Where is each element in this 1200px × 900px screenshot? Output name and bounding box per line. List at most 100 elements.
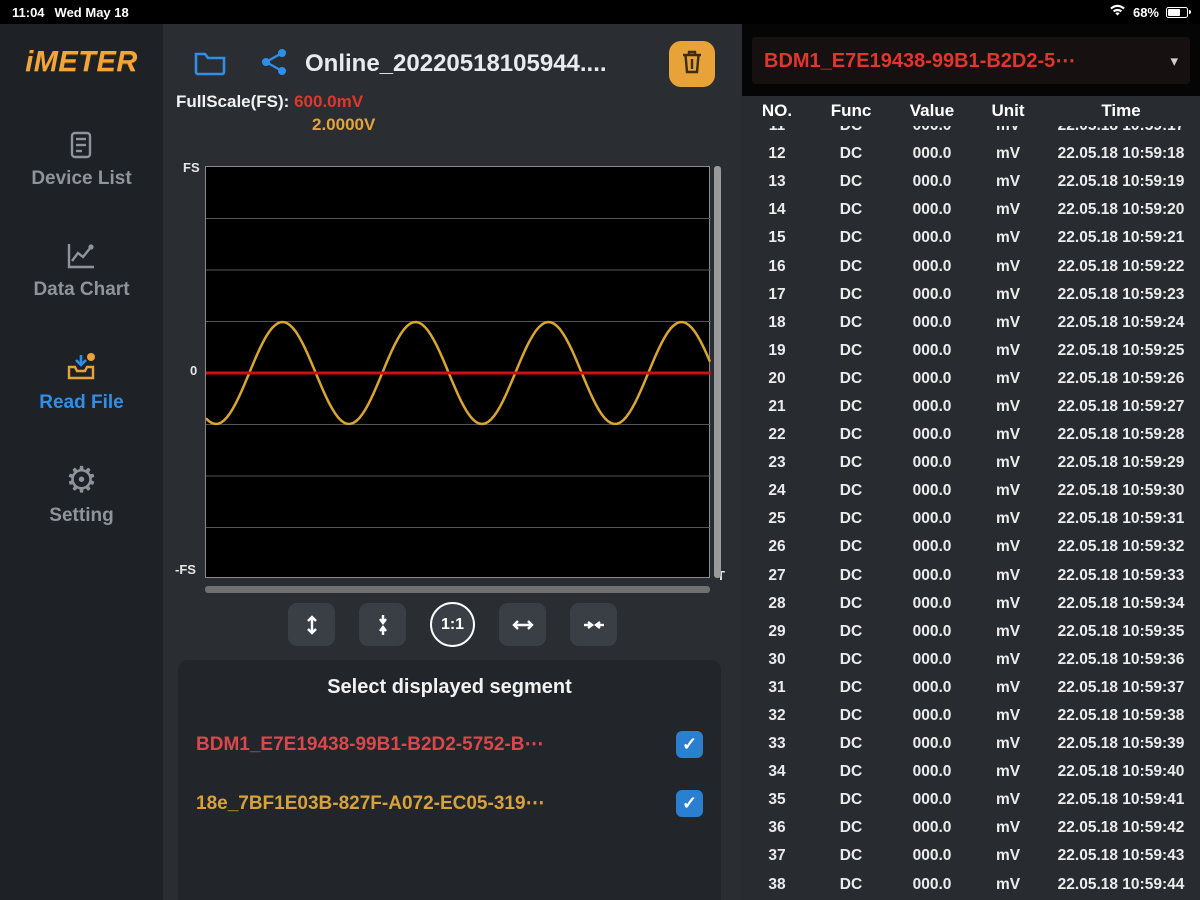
gear-icon: ⚙ [65,464,97,498]
sidebar-item-read-file[interactable]: Read File [39,351,123,414]
sidebar-item-setting[interactable]: ⚙ Setting [49,464,113,527]
waveform-svg [206,167,711,579]
fullscale-label: FullScale(FS): [176,92,289,111]
status-bar: 11:04 Wed May 18 68% [0,0,1200,24]
table-row: 13DC000.0mV22.05.18 10:59:19 [742,168,1200,196]
col-header-time: Time [1042,101,1200,121]
sidebar-label: Setting [49,505,113,527]
table-row: 30DC000.0mV22.05.18 10:59:36 [742,646,1200,674]
table-row: 19DC000.0mV22.05.18 10:59:25 [742,337,1200,365]
wifi-icon [1109,4,1126,20]
y-axis-label-neg-fs: -FS [175,562,196,577]
fullscale-readout: FullScale(FS): 600.0mV 2.0000V [176,92,375,135]
battery-icon [1166,7,1188,18]
battery-percent: 68% [1133,5,1159,20]
table-row: 33DC000.0mV22.05.18 10:59:39 [742,730,1200,758]
app-content: iMETER Device List Data Chart [0,24,1200,900]
chart-vertical-scrollbar[interactable] [714,166,721,578]
sidebar-label: Read File [39,392,123,414]
segment-checkbox[interactable]: ✓ [676,790,703,817]
status-date: Wed May 18 [55,5,129,20]
chevron-down-icon: ▾ [1170,52,1190,70]
table-row: 21DC000.0mV22.05.18 10:59:27 [742,393,1200,421]
table-row: 32DC000.0mV22.05.18 10:59:38 [742,702,1200,730]
fullscale-value-primary: 600.0mV [294,92,363,111]
source-dropdown-value: BDM1_E7E19438-99B1-B2D2-5⋯ [752,48,1170,73]
table-row: 37DC000.0mV22.05.18 10:59:43 [742,842,1200,870]
delete-file-button[interactable] [669,41,715,87]
table-row: 23DC000.0mV22.05.18 10:59:29 [742,449,1200,477]
main-area: Online_20220518105944.... FullScale(FS):… [163,24,742,900]
segment-row: BDM1_E7E19438-99B1-B2D2-5752-B⋯ ✓ [178,731,721,758]
reset-scale-button[interactable]: 1:1 [430,602,475,647]
sidebar: iMETER Device List Data Chart [0,24,163,900]
compress-horizontal-button[interactable] [570,603,617,646]
table-row: 26DC000.0mV22.05.18 10:59:32 [742,533,1200,561]
col-header-unit: Unit [974,101,1042,121]
expand-vertical-button[interactable] [288,603,335,646]
table-row: 12DC000.0mV22.05.18 10:59:18 [742,140,1200,168]
y-axis-label-fs: FS [183,160,200,175]
table-row: 35DC000.0mV22.05.18 10:59:41 [742,786,1200,814]
table-row: 16DC000.0mV22.05.18 10:59:22 [742,252,1200,280]
zoom-toolbar: 1:1 [163,602,742,647]
segment-row: 18e_7BF1E03B-827F-A072-EC05-319⋯ ✓ [178,790,721,817]
table-row: 17DC000.0mV22.05.18 10:59:23 [742,281,1200,309]
table-row: 14DC000.0mV22.05.18 10:59:20 [742,196,1200,224]
segment-checkbox[interactable]: ✓ [676,731,703,758]
table-row: 15DC000.0mV22.05.18 10:59:21 [742,224,1200,252]
chart-block: FS 0 -FS T [163,156,742,626]
device-list-icon [65,129,97,161]
chart-horizontal-scrollbar[interactable] [205,586,710,593]
table-row: 31DC000.0mV22.05.18 10:59:37 [742,674,1200,702]
sidebar-label: Device List [31,168,131,190]
col-header-no: NO. [742,101,812,121]
segment-panel-title: Select displayed segment [178,660,721,699]
segment-list: BDM1_E7E19438-99B1-B2D2-5752-B⋯✓18e_7BF1… [178,731,721,817]
folder-icon [193,48,227,81]
expand-vertical-icon [301,614,323,636]
table-row: 38DC000.0mV22.05.18 10:59:44 [742,871,1200,899]
table-row: 36DC000.0mV22.05.18 10:59:42 [742,814,1200,842]
source-dropdown[interactable]: BDM1_E7E19438-99B1-B2D2-5⋯ ▾ [752,37,1190,84]
readings-panel: BDM1_E7E19438-99B1-B2D2-5⋯ ▾ NO. Func Va… [742,24,1200,900]
segment-label: 18e_7BF1E03B-827F-A072-EC05-319⋯ [196,792,545,815]
readings-table-header: NO. Func Value Unit Time [742,96,1200,126]
table-row: 20DC000.0mV22.05.18 10:59:26 [742,365,1200,393]
file-header: Online_20220518105944.... [163,34,742,94]
open-folder-button[interactable] [193,49,227,79]
compress-vertical-button[interactable] [359,603,406,646]
table-row: 18DC000.0mV22.05.18 10:59:24 [742,309,1200,337]
share-button[interactable] [257,49,291,79]
share-icon [260,48,288,81]
compress-horizontal-icon [583,614,605,636]
segment-label: BDM1_E7E19438-99B1-B2D2-5752-B⋯ [196,733,543,756]
data-chart-icon [64,240,98,272]
expand-horizontal-icon [512,614,534,636]
table-row: 29DC000.0mV22.05.18 10:59:35 [742,618,1200,646]
col-header-value: Value [890,101,974,121]
compress-vertical-icon [372,614,394,636]
segment-panel: Select displayed segment BDM1_E7E19438-9… [178,660,721,900]
col-header-func: Func [812,101,890,121]
fullscale-value-secondary: 2.0000V [312,115,375,135]
table-row: 28DC000.0mV22.05.18 10:59:34 [742,590,1200,618]
read-file-icon [63,351,99,385]
source-select-area: BDM1_E7E19438-99B1-B2D2-5⋯ ▾ [742,24,1200,96]
table-row: 34DC000.0mV22.05.18 10:59:40 [742,758,1200,786]
sidebar-label: Data Chart [33,279,129,301]
file-title: Online_20220518105944.... [305,50,669,78]
readings-table-body[interactable]: 11DC000.0mV22.05.18 10:59:1712DC000.0mV2… [742,126,1200,900]
expand-horizontal-button[interactable] [499,603,546,646]
status-time: 11:04 [12,5,45,20]
y-axis-label-zero: 0 [190,363,197,378]
table-row: 25DC000.0mV22.05.18 10:59:31 [742,505,1200,533]
table-row: 22DC000.0mV22.05.18 10:59:28 [742,421,1200,449]
waveform-chart[interactable] [205,166,710,578]
table-row: 11DC000.0mV22.05.18 10:59:17 [742,126,1200,140]
table-row: 24DC000.0mV22.05.18 10:59:30 [742,477,1200,505]
sidebar-item-data-chart[interactable]: Data Chart [33,240,129,301]
trash-icon [680,49,704,80]
app-logo: iMETER [25,46,138,79]
sidebar-item-device-list[interactable]: Device List [31,129,131,190]
